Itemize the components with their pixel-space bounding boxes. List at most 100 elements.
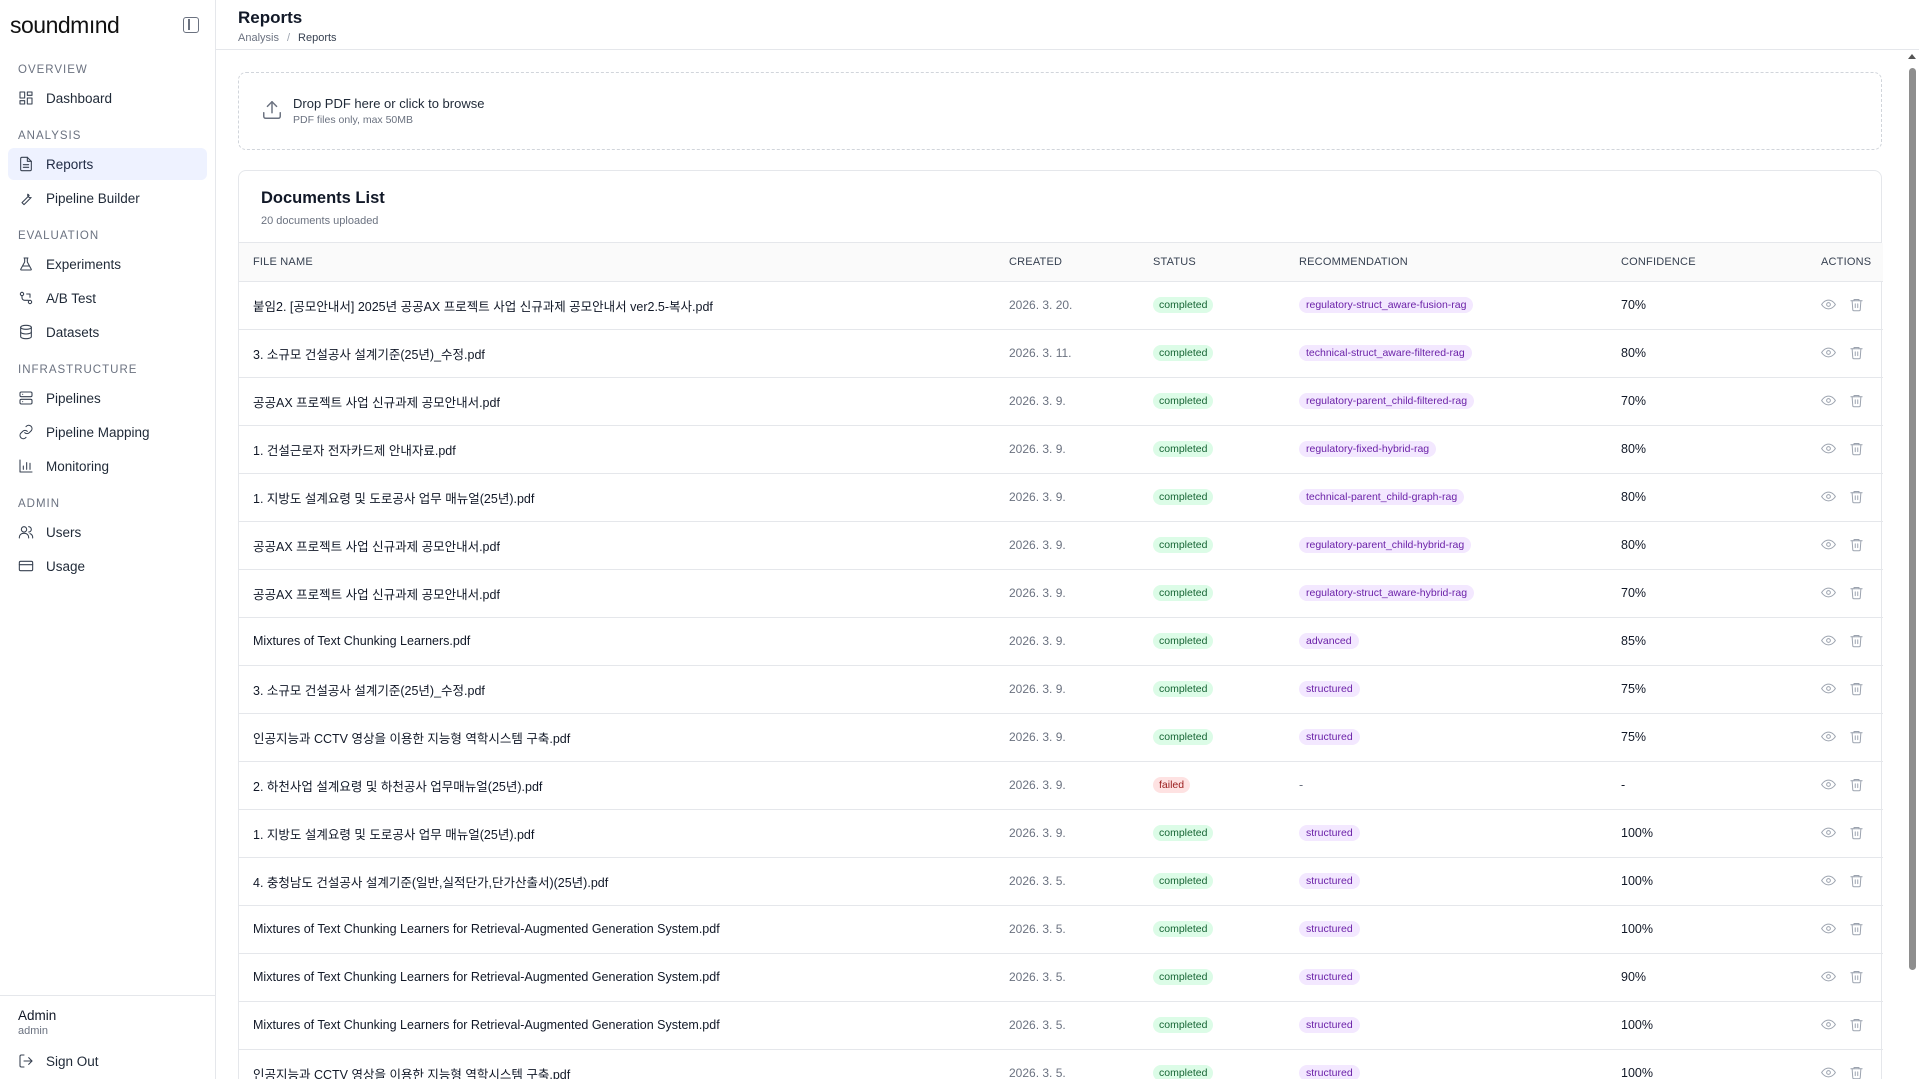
table-row[interactable]: 1. 건설근로자 전자카드제 안내자료.pdf 2026. 3. 9. comple… <box>239 425 1883 474</box>
delete-icon[interactable] <box>1849 681 1865 697</box>
table-row[interactable]: Mixtures of Text Chunking Learners for R… <box>239 953 1883 1002</box>
cell-actions <box>1807 1049 1883 1079</box>
column-header-status[interactable]: STATUS <box>1139 243 1285 282</box>
table-row[interactable]: 1. 지방도 설계요령 및 도로공사 업무 매뉴얼(25년).pdf 2026. … <box>239 809 1883 858</box>
view-icon[interactable] <box>1821 345 1837 361</box>
delete-icon[interactable] <box>1849 297 1865 313</box>
cell-file-name[interactable]: Mixtures of Text Chunking Learners for R… <box>239 953 995 1002</box>
table-row[interactable]: 공공AX 프로젝트 사업 신규과제 공모안내서.pdf 2026. 3. 9. co… <box>239 377 1883 426</box>
sign-out-button[interactable]: Sign Out <box>18 1053 197 1069</box>
view-icon[interactable] <box>1821 873 1837 889</box>
cell-file-name[interactable]: 1. 지방도 설계요령 및 도로공사 업무 매뉴얼(25년).pdf <box>239 473 995 522</box>
view-icon[interactable] <box>1821 1017 1837 1033</box>
sidebar-item-a-b-test[interactable]: A/B Test <box>8 282 207 314</box>
scroll-up-arrow-icon[interactable] <box>1908 54 1916 59</box>
cell-file-name[interactable]: 2. 하천사업 설계요령 및 하천공사 업무매뉴얼(25년).pdf <box>239 761 995 810</box>
sidebar-item-monitoring[interactable]: Monitoring <box>8 450 207 482</box>
table-row[interactable]: 4. 충청남도 건설공사 설계기준(일반,실적단가,단가산출서)(25년).pd… <box>239 857 1883 906</box>
delete-icon[interactable] <box>1849 489 1865 505</box>
delete-icon[interactable] <box>1849 777 1865 793</box>
delete-icon[interactable] <box>1849 393 1865 409</box>
cell-file-name[interactable]: 공공AX 프로젝트 사업 신규과제 공모안내서.pdf <box>239 569 995 618</box>
column-header-recommendation[interactable]: RECOMMENDATION <box>1285 243 1607 282</box>
view-icon[interactable] <box>1821 297 1837 313</box>
delete-icon[interactable] <box>1849 969 1865 985</box>
column-header-file-name[interactable]: FILE NAME <box>239 243 995 282</box>
view-icon[interactable] <box>1821 681 1837 697</box>
sidebar-item-experiments[interactable]: Experiments <box>8 248 207 280</box>
delete-icon[interactable] <box>1849 1017 1865 1033</box>
view-icon[interactable] <box>1821 921 1837 937</box>
view-icon[interactable] <box>1821 393 1837 409</box>
sidebar-item-users[interactable]: Users <box>8 516 207 548</box>
view-icon[interactable] <box>1821 489 1837 505</box>
cell-file-name[interactable]: Mixtures of Text Chunking Learners.pdf <box>239 617 995 666</box>
cell-file-name[interactable]: 붙임2. [공모안내서] 2025년 공공AX 프로젝트 사업 신규과제 공모안… <box>239 281 995 330</box>
sidebar-item-pipelines[interactable]: Pipelines <box>8 382 207 414</box>
delete-icon[interactable] <box>1849 729 1865 745</box>
table-row[interactable]: 붙임2. [공모안내서] 2025년 공공AX 프로젝트 사업 신규과제 공모안… <box>239 281 1883 330</box>
cell-file-name[interactable]: 1. 지방도 설계요령 및 도로공사 업무 매뉴얼(25년).pdf <box>239 809 995 858</box>
sidebar-item-reports[interactable]: Reports <box>8 148 207 180</box>
cell-file-name[interactable]: 3. 소규모 건설공사 설계기준(25년)_수정.pdf <box>239 665 995 714</box>
table-row[interactable]: Mixtures of Text Chunking Learners for R… <box>239 905 1883 954</box>
delete-icon[interactable] <box>1849 825 1865 841</box>
table-row[interactable]: 인공지능과 CCTV 영상을 이용한 지능형 역학시스템 구축.pdf 2026.… <box>239 1049 1883 1079</box>
breadcrumb-item-analysis[interactable]: Analysis <box>238 32 279 44</box>
cell-file-name[interactable]: 인공지능과 CCTV 영상을 이용한 지능형 역학시스템 구축.pdf <box>239 713 995 762</box>
delete-icon[interactable] <box>1849 345 1865 361</box>
sidebar-item-pipeline-builder[interactable]: Pipeline Builder <box>8 182 207 214</box>
pdf-dropzone[interactable]: Drop PDF here or click to browse PDF fil… <box>238 72 1882 150</box>
sidebar-item-label: Dashboard <box>46 90 113 106</box>
table-row[interactable]: 1. 지방도 설계요령 및 도로공사 업무 매뉴얼(25년).pdf 2026. … <box>239 473 1883 522</box>
cell-file-name[interactable]: Mixtures of Text Chunking Learners for R… <box>239 1001 995 1050</box>
main-area: Reports Analysis / Reports Drop PDF here… <box>216 0 1919 1079</box>
delete-icon[interactable] <box>1849 633 1865 649</box>
view-icon[interactable] <box>1821 585 1837 601</box>
table-row[interactable]: 공공AX 프로젝트 사업 신규과제 공모안내서.pdf 2026. 3. 9. co… <box>239 521 1883 570</box>
view-icon[interactable] <box>1821 825 1837 841</box>
column-header-confidence[interactable]: CONFIDENCE <box>1607 243 1807 282</box>
scrollbar-thumb[interactable] <box>1909 68 1916 970</box>
sidebar-item-dashboard[interactable]: Dashboard <box>8 82 207 114</box>
view-icon[interactable] <box>1821 633 1837 649</box>
table-row[interactable]: Mixtures of Text Chunking Learners for R… <box>239 1001 1883 1050</box>
cell-file-name[interactable]: 3. 소규모 건설공사 설계기준(25년)_수정.pdf <box>239 329 995 378</box>
row-actions <box>1821 393 1869 409</box>
cell-file-name[interactable]: 인공지능과 CCTV 영상을 이용한 지능형 역학시스템 구축.pdf <box>239 1049 995 1079</box>
view-icon[interactable] <box>1821 1065 1837 1079</box>
delete-icon[interactable] <box>1849 537 1865 553</box>
sidebar-collapse-icon[interactable] <box>183 17 199 33</box>
delete-icon[interactable] <box>1849 873 1865 889</box>
view-icon[interactable] <box>1821 777 1837 793</box>
table-row[interactable]: Mixtures of Text Chunking Learners.pdf 20… <box>239 617 1883 666</box>
dropzone-subtitle: PDF files only, max 50MB <box>293 114 414 126</box>
cell-file-name[interactable]: 1. 건설근로자 전자카드제 안내자료.pdf <box>239 425 995 474</box>
table-row[interactable]: 인공지능과 CCTV 영상을 이용한 지능형 역학시스템 구축.pdf 2026.… <box>239 713 1883 762</box>
delete-icon[interactable] <box>1849 441 1865 457</box>
sidebar-item-usage[interactable]: Usage <box>8 550 207 582</box>
cell-file-name[interactable]: 4. 충청남도 건설공사 설계기준(일반,실적단가,단가산출서)(25년).pd… <box>239 857 995 906</box>
brand-logo[interactable]: soundmınd <box>10 12 120 39</box>
cell-created: 2026. 3. 5. <box>995 857 1139 906</box>
column-header-created[interactable]: CREATED <box>995 243 1139 282</box>
sidebar-item-datasets[interactable]: Datasets <box>8 316 207 348</box>
table-row[interactable]: 2. 하천사업 설계요령 및 하천공사 업무매뉴얼(25년).pdf 2026. … <box>239 761 1883 810</box>
page-scrollbar[interactable] <box>1908 54 1917 1079</box>
table-row[interactable]: 3. 소규모 건설공사 설계기준(25년)_수정.pdf 2026. 3. 9. c… <box>239 665 1883 714</box>
delete-icon[interactable] <box>1849 921 1865 937</box>
view-icon[interactable] <box>1821 969 1837 985</box>
delete-icon[interactable] <box>1849 585 1865 601</box>
table-row[interactable]: 3. 소규모 건설공사 설계기준(25년)_수정.pdf 2026. 3. 11.… <box>239 329 1883 378</box>
status-badge: completed <box>1153 729 1214 745</box>
delete-icon[interactable] <box>1849 1065 1865 1079</box>
view-icon[interactable] <box>1821 537 1837 553</box>
view-icon[interactable] <box>1821 729 1837 745</box>
table-row[interactable]: 공공AX 프로젝트 사업 신규과제 공모안내서.pdf 2026. 3. 9. co… <box>239 569 1883 618</box>
cell-file-name[interactable]: Mixtures of Text Chunking Learners for R… <box>239 905 995 954</box>
view-icon[interactable] <box>1821 441 1837 457</box>
cell-file-name[interactable]: 공공AX 프로젝트 사업 신규과제 공모안내서.pdf <box>239 377 995 426</box>
cell-actions <box>1807 569 1883 618</box>
cell-file-name[interactable]: 공공AX 프로젝트 사업 신규과제 공모안내서.pdf <box>239 521 995 570</box>
sidebar-item-pipeline-mapping[interactable]: Pipeline Mapping <box>8 416 207 448</box>
